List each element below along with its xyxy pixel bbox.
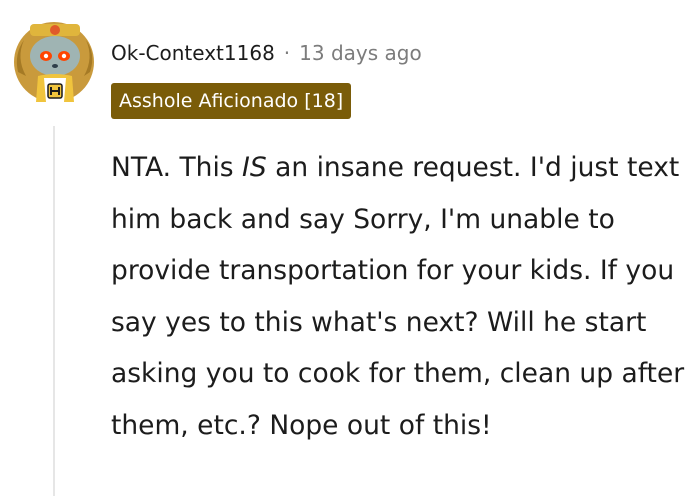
thread-collapse-line[interactable] [53, 126, 55, 496]
meta-separator: · [283, 41, 291, 65]
comment-body-emphasis: IS [242, 152, 267, 183]
comment-body-text-2: an insane request. I'd just text him bac… [111, 152, 685, 441]
comment-meta: Ok-Context1168 · 13 days ago [111, 36, 422, 70]
author-link[interactable]: Ok-Context1168 [111, 41, 275, 65]
comment-body: NTA. This IS an insane request. I'd just… [111, 142, 696, 451]
comment-body-text-1: NTA. This [111, 152, 243, 183]
timestamp-link[interactable]: 13 days ago [299, 41, 422, 65]
snoo-avatar-icon[interactable] [10, 14, 100, 104]
user-flair-badge[interactable]: Asshole Aficionado [18] [111, 83, 352, 119]
